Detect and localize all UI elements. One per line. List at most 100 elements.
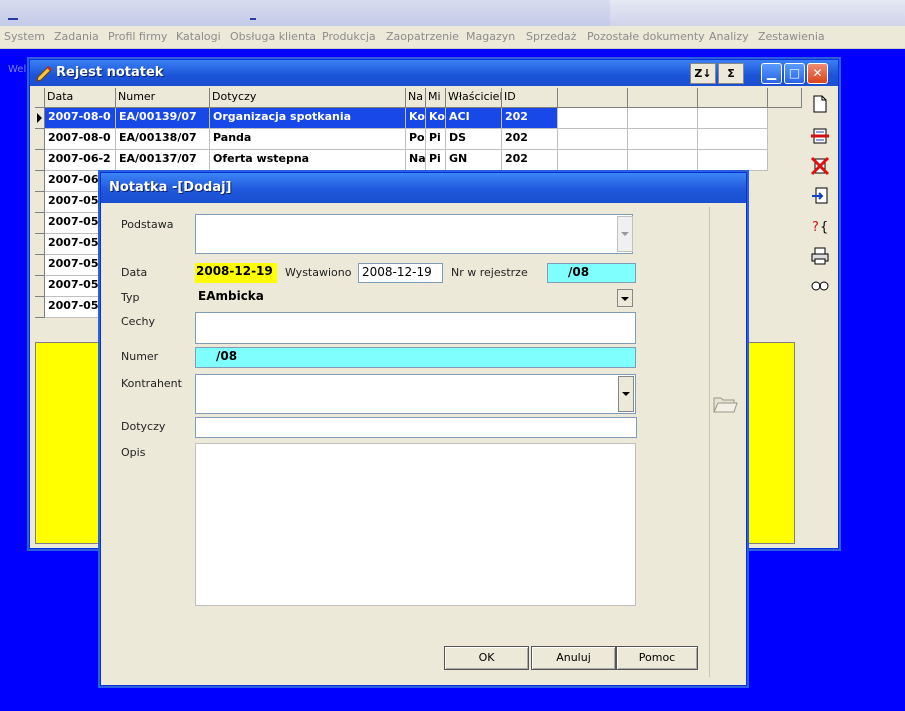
nr-rejestrze-field[interactable]: /08 [547, 263, 636, 283]
column-header-empty [628, 88, 698, 108]
table-row[interactable]: 2007-08-0 EA/00138/07 Panda Po Pi DS 202 [35, 129, 802, 150]
menu-obsluga-klienta[interactable]: Obsługa klienta [230, 30, 316, 43]
wystawiono-label: Wystawiono [285, 266, 352, 279]
dotyczy-field[interactable] [195, 417, 637, 438]
cell-empty[interactable] [628, 150, 698, 171]
menu-produkcja[interactable]: Produkcja [322, 30, 376, 43]
column-header-data[interactable]: Data [45, 88, 116, 108]
maximize-icon: □ [788, 66, 801, 80]
window-titlebar[interactable]: Rejest notatek Z↓ Σ ▁ □ ✕ [30, 60, 838, 86]
cell-empty[interactable] [698, 129, 768, 150]
menu-katalogi[interactable]: Katalogi [176, 30, 221, 43]
sort-button[interactable]: Z↓ [690, 63, 716, 84]
cell-data[interactable]: 2007-08-0 [45, 129, 116, 150]
typ-dropdown-button[interactable] [617, 289, 633, 307]
cechy-field[interactable] [195, 312, 636, 344]
cell-wlasciciel[interactable]: DS [446, 129, 502, 150]
kontrahent-field[interactable] [195, 374, 636, 414]
menu-zaopatrzenie[interactable]: Zaopatrzenie [386, 30, 459, 43]
cell-numer[interactable]: EA/00138/07 [116, 129, 210, 150]
cell-empty[interactable] [628, 108, 698, 129]
menu-zadania[interactable]: Zadania [54, 30, 99, 43]
preview-icon[interactable] [810, 276, 830, 296]
kontrahent-dropdown-button[interactable] [618, 376, 634, 412]
opis-textarea[interactable] [195, 443, 636, 606]
cell-data[interactable]: 2007-06-2 [45, 150, 116, 171]
row-indicator [35, 255, 45, 276]
cell-na[interactable]: Po [406, 129, 426, 150]
cell-mi[interactable]: Ko [426, 108, 446, 129]
dialog-title: Notatka -[Dodaj] [109, 180, 232, 195]
cell-mi[interactable]: Pi [426, 150, 446, 171]
data-field[interactable]: 2008-12-19 [195, 263, 277, 283]
cell-empty[interactable] [698, 150, 768, 171]
wystawiono-field[interactable]: 2008-12-19 [358, 263, 443, 283]
podstawa-dropdown-button[interactable] [617, 216, 633, 252]
column-header-numer[interactable]: Numer [116, 88, 210, 108]
print-icon[interactable] [810, 246, 830, 266]
cell-empty[interactable] [558, 108, 628, 129]
cell-empty[interactable] [558, 150, 628, 171]
new-document-icon[interactable] [810, 94, 830, 114]
cell-numer[interactable]: EA/00139/07 [116, 108, 210, 129]
close-button[interactable]: ✕ [807, 63, 828, 84]
table-row[interactable]: 2007-06-2 EA/00137/07 Oferta wstepna Na … [35, 150, 802, 171]
cell-numer[interactable]: EA/00137/07 [116, 150, 210, 171]
column-header-na[interactable]: Na [406, 88, 426, 108]
filter-icon[interactable]: ?{ [810, 216, 830, 236]
cell-mi[interactable]: Pi [426, 129, 446, 150]
cell-empty[interactable] [698, 108, 768, 129]
current-row-icon [37, 113, 42, 123]
menu-profil-firmy[interactable]: Profil firmy [108, 30, 167, 43]
cell-na[interactable]: Ko [406, 108, 426, 129]
cell-id[interactable]: 202 [502, 129, 558, 150]
import-icon[interactable] [810, 186, 830, 206]
pen-icon [36, 65, 53, 82]
side-toolbar: ?{ [803, 88, 837, 548]
close-icon: ✕ [812, 66, 823, 80]
menu-system[interactable]: System [4, 30, 45, 43]
column-header-dotyczy[interactable]: Dotyczy [210, 88, 406, 108]
minimize-icon: ▁ [766, 66, 777, 80]
cechy-label: Cechy [121, 315, 155, 328]
help-button[interactable]: Pomoc [616, 646, 698, 670]
top-bar [0, 0, 905, 26]
typ-select[interactable]: EAmbicka [195, 288, 635, 308]
menu-pozostale-dokumenty[interactable]: Pozostałe dokumenty [587, 30, 705, 43]
column-header-id[interactable]: ID [502, 88, 558, 108]
row-indicator [35, 213, 45, 234]
top-bar-mark [250, 18, 256, 20]
cell-wlasciciel[interactable]: ACI [446, 108, 502, 129]
menu-analizy[interactable]: Analizy [709, 30, 749, 43]
dialog-titlebar[interactable]: Notatka -[Dodaj] [101, 173, 746, 203]
edit-document-icon[interactable] [810, 126, 830, 146]
column-header-empty [698, 88, 768, 108]
sum-button-label: Σ [727, 67, 735, 80]
sort-button-label: Z↓ [694, 67, 712, 80]
numer-field[interactable]: /08 [195, 347, 636, 368]
minimize-button[interactable]: ▁ [761, 63, 782, 84]
delete-icon[interactable] [810, 156, 830, 176]
cell-data[interactable]: 2007-08-0 [45, 108, 116, 129]
cell-empty[interactable] [628, 129, 698, 150]
menu-sprzedaz[interactable]: Sprzedaż [526, 30, 577, 43]
cell-id[interactable]: 202 [502, 150, 558, 171]
column-header-mi[interactable]: Mi [426, 88, 446, 108]
menu-magazyn[interactable]: Magazyn [466, 30, 515, 43]
cell-id[interactable]: 202 [502, 108, 558, 129]
maximize-button[interactable]: □ [784, 63, 805, 84]
ok-button[interactable]: OK [444, 646, 529, 670]
cell-dotyczy[interactable]: Oferta wstepna [210, 150, 406, 171]
table-row[interactable]: 2007-08-0 EA/00139/07 Organizacja spotka… [35, 108, 802, 129]
podstawa-field[interactable] [195, 214, 633, 254]
sum-button[interactable]: Σ [718, 63, 744, 84]
folder-icon[interactable] [712, 391, 738, 417]
column-header-wlasciciel[interactable]: Właściciel [446, 88, 502, 108]
menu-zestawienia[interactable]: Zestawienia [758, 30, 825, 43]
cell-dotyczy[interactable]: Panda [210, 129, 406, 150]
cell-dotyczy[interactable]: Organizacja spotkania [210, 108, 406, 129]
cell-wlasciciel[interactable]: GN [446, 150, 502, 171]
cancel-button[interactable]: Anuluj [531, 646, 616, 670]
cell-na[interactable]: Na [406, 150, 426, 171]
cell-empty[interactable] [558, 129, 628, 150]
